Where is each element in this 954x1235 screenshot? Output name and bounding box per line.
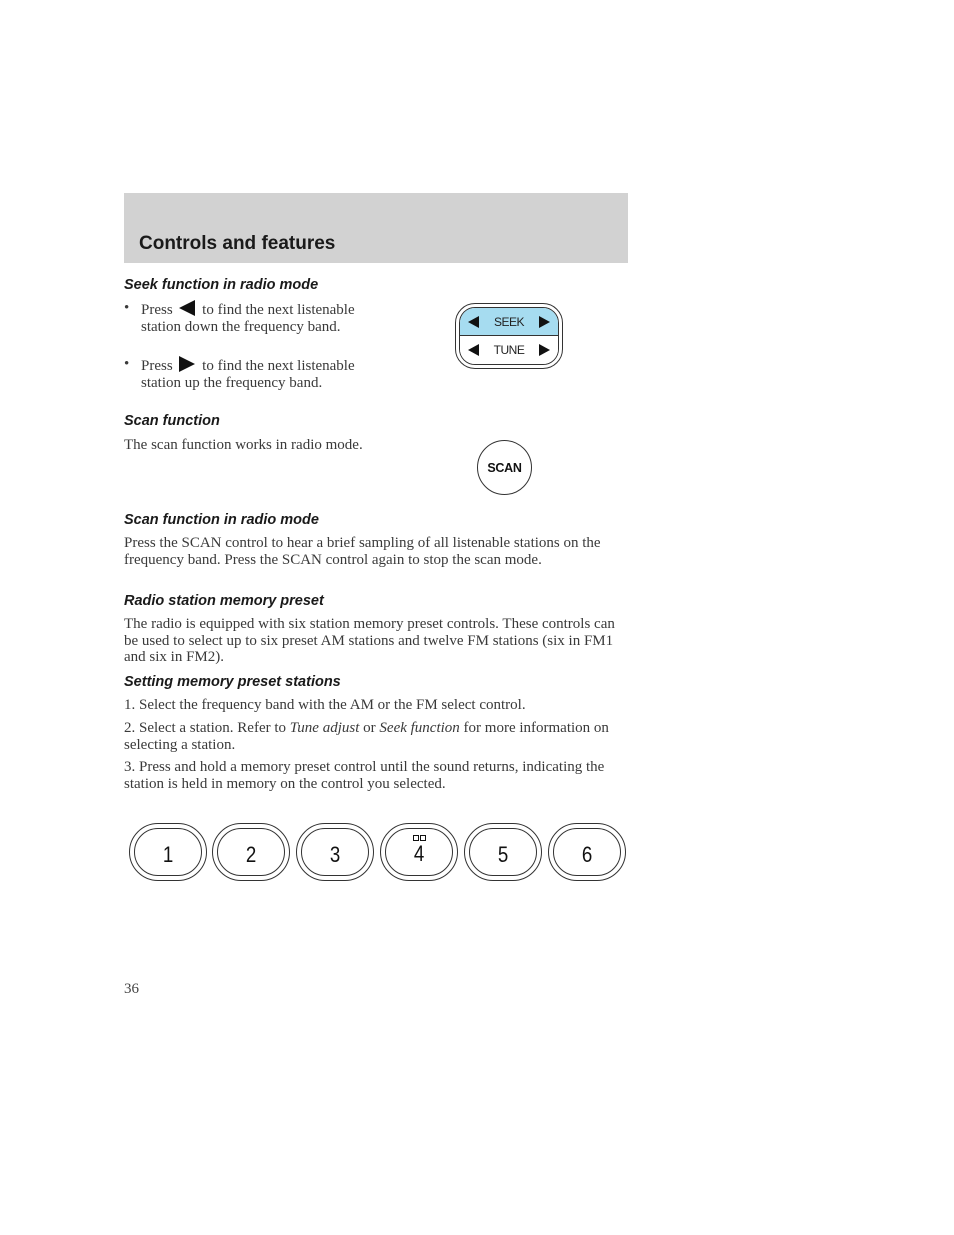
seek-label: SEEK <box>493 314 525 329</box>
scan-radio-heading: Scan function in radio mode <box>124 512 319 528</box>
setting-step-3: 3. Press and hold a memory preset contro… <box>124 759 605 792</box>
tune-label: TUNE <box>493 343 525 357</box>
setting-step-2: 2. Select a station. Refer to Tune adjus… <box>124 720 609 753</box>
scan-button[interactable]: SCAN <box>477 440 532 495</box>
memory-heading: Radio station memory preset <box>124 593 324 609</box>
scan-radio-body: Press the SCAN control to hear a brief s… <box>124 535 601 568</box>
seek-bullet-up: • Press to find the next listenable stat… <box>124 356 355 391</box>
section-header: Controls and features <box>124 193 628 263</box>
tune-left-icon <box>468 344 479 356</box>
seek-button[interactable]: SEEK <box>460 308 558 336</box>
seek-tune-control: SEEK TUNE <box>455 303 563 369</box>
preset-button-2[interactable]: 2 <box>212 823 290 881</box>
scan-body: The scan function works in radio mode. <box>124 437 363 453</box>
seek-function-ref: Seek function <box>379 720 460 736</box>
preset-button-4[interactable]: 4 <box>380 823 458 881</box>
preset-button-5[interactable]: 5 <box>464 823 542 881</box>
left-arrow-icon <box>179 300 196 316</box>
seek-heading: Seek function in radio mode <box>124 277 319 293</box>
seek-left-icon <box>468 315 479 328</box>
section-title: Controls and features <box>139 233 336 254</box>
right-arrow-icon <box>179 356 196 372</box>
memory-body: The radio is equipped with six station m… <box>124 616 615 665</box>
preset-button-1[interactable]: 1 <box>129 823 207 881</box>
setting-heading: Setting memory preset stations <box>124 674 341 690</box>
tune-right-icon <box>538 344 550 356</box>
scan-heading: Scan function <box>124 413 220 429</box>
seek-right-icon <box>538 315 550 328</box>
page-number: 36 <box>124 981 139 997</box>
tune-button[interactable]: TUNE <box>460 336 558 364</box>
seek-bullet-down: • Press to find the next listenable stat… <box>124 300 355 335</box>
preset-button-3[interactable]: 3 <box>296 823 374 881</box>
setting-step-1: 1. Select the frequency band with the AM… <box>124 697 526 713</box>
preset-button-6[interactable]: 6 <box>548 823 626 881</box>
tune-adjust-ref: Tune adjust <box>289 720 360 736</box>
